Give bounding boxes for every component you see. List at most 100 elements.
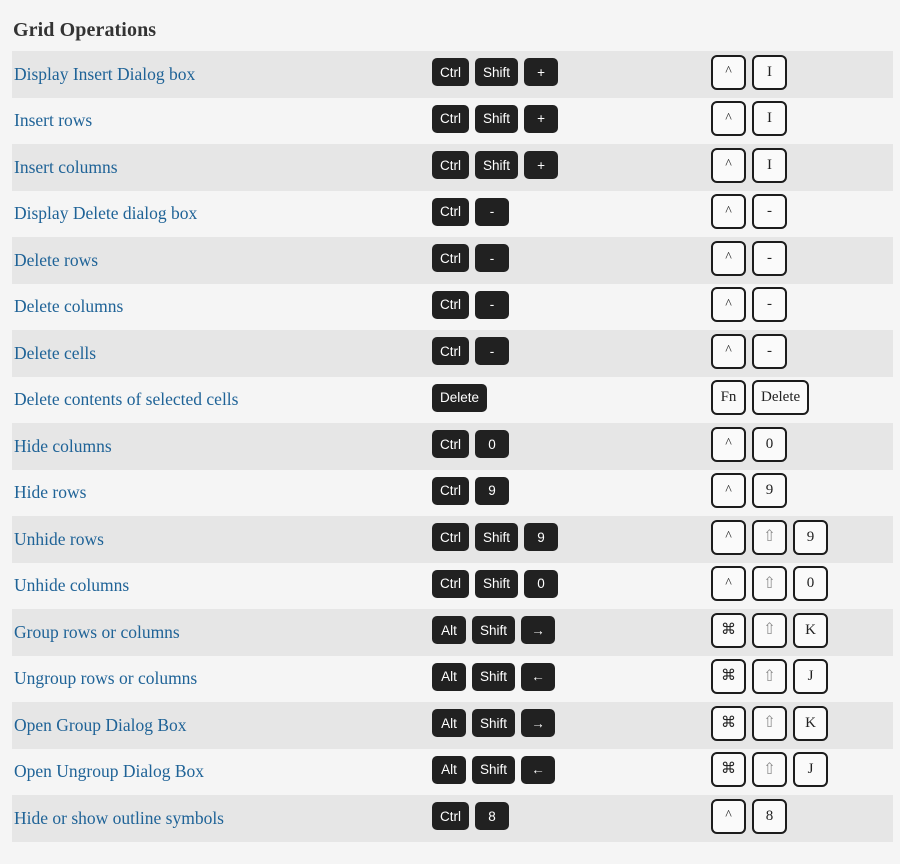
- windows-key-cap: Ctrl: [432, 523, 469, 552]
- mac-key-cap: ^: [711, 426, 746, 462]
- shortcut-description-link[interactable]: Delete cells: [14, 343, 96, 364]
- shortcut-description-link[interactable]: Insert rows: [14, 110, 92, 131]
- windows-shortcut-cell: Ctrl -: [432, 244, 711, 274]
- table-row: Insert rows Ctrl Shift + ^ I: [12, 97, 893, 144]
- shortcuts-table: Display Insert Dialog box Ctrl Shift + ^ I Ins…: [0, 51, 900, 842]
- mac-key-cap: ⌘: [711, 612, 746, 648]
- mac-shortcut-cell: ^ 0: [711, 426, 893, 464]
- mac-key-cap: -: [752, 194, 787, 230]
- windows-key-cap: Ctrl: [432, 58, 469, 87]
- mac-key-cap: ^: [711, 240, 746, 276]
- mac-key-cap: J: [793, 659, 828, 695]
- mac-key-cap: ⇧: [752, 612, 787, 648]
- mac-key-cap: ⌘: [711, 752, 746, 788]
- table-row: Hide or show outline symbols Ctrl 8 ^ 8: [12, 795, 893, 842]
- shortcut-description-cell: Hide columns: [12, 436, 432, 457]
- mac-key-cap: -: [752, 333, 787, 369]
- shortcut-description-cell: Delete columns: [12, 296, 432, 317]
- table-row: Display Delete dialog box Ctrl - ^ -: [12, 190, 893, 237]
- windows-key-cap: Alt: [432, 616, 466, 645]
- mac-shortcut-cell: ^ -: [711, 240, 893, 278]
- shortcut-description-cell: Hide rows: [12, 482, 432, 503]
- mac-key-cap: ⌘: [711, 705, 746, 741]
- windows-shortcut-cell: Ctrl -: [432, 290, 711, 321]
- mac-key-cap: -: [752, 287, 787, 323]
- mac-key-cap: ^: [711, 54, 746, 90]
- windows-key-cap: Ctrl: [432, 476, 469, 505]
- shortcut-description-link[interactable]: Group rows or columns: [14, 622, 180, 643]
- mac-shortcut-cell: ^ I: [711, 147, 893, 185]
- windows-key-cap: Ctrl: [432, 802, 469, 831]
- shortcut-description-cell: Group rows or columns: [12, 622, 432, 643]
- windows-key-cap: Ctrl: [432, 151, 469, 180]
- table-row: Delete contents of selected cells Delete F…: [12, 376, 893, 423]
- mac-key-cap: 9: [793, 519, 828, 555]
- shortcut-description-link[interactable]: Unhide rows: [14, 529, 104, 550]
- table-row: Insert columns Ctrl Shift + ^ I: [12, 144, 893, 191]
- shortcut-description-link[interactable]: Display Insert Dialog box: [14, 64, 195, 85]
- shortcut-description-link[interactable]: Delete columns: [14, 296, 123, 317]
- shortcut-description-cell: Delete cells: [12, 343, 432, 364]
- windows-shortcut-cell: Delete: [432, 383, 711, 414]
- windows-key-cap: Delete: [432, 383, 488, 412]
- table-row: Delete rows Ctrl - ^ -: [12, 237, 893, 284]
- windows-key-cap: Alt: [432, 709, 466, 738]
- shortcut-description-link[interactable]: Insert columns: [14, 157, 118, 178]
- shortcut-description-link[interactable]: Unhide columns: [14, 575, 129, 596]
- mac-shortcut-cell: ⌘ ⇧ K: [711, 705, 893, 743]
- mac-key-cap: 0: [793, 566, 828, 602]
- windows-key-cap: Ctrl: [432, 104, 469, 133]
- mac-shortcut-cell: ^ -: [711, 287, 893, 324]
- windows-key-cap: Ctrl: [432, 290, 469, 319]
- shortcut-description-cell: Unhide columns: [12, 575, 432, 596]
- shortcut-description-cell: Open Ungroup Dialog Box: [12, 761, 432, 782]
- mac-key-cap: ^: [711, 101, 746, 137]
- mac-shortcut-cell: ^ ⇧ 9: [711, 519, 893, 557]
- mac-key-cap: ^: [711, 287, 746, 323]
- mac-shortcut-cell: ⌘ ⇧ K: [711, 612, 893, 650]
- windows-key-cap: 9: [475, 476, 509, 505]
- windows-shortcut-cell: Ctrl 0: [432, 430, 711, 460]
- mac-key-cap: 8: [752, 798, 787, 834]
- mac-key-cap: Fn: [711, 380, 746, 416]
- mac-key-cap: ^: [711, 473, 746, 509]
- mac-key-cap: J: [793, 752, 828, 788]
- mac-key-cap: K: [793, 705, 828, 741]
- shortcut-description-link[interactable]: Ungroup rows or columns: [14, 668, 197, 689]
- shortcut-description-link[interactable]: Hide rows: [14, 482, 86, 503]
- shortcut-description-link[interactable]: Display Delete dialog box: [14, 203, 197, 224]
- windows-key-cap: +: [524, 58, 559, 87]
- shortcut-description-link[interactable]: Hide or show outline symbols: [14, 808, 224, 829]
- table-row: Unhide columns Ctrl Shift 0 ^ ⇧ 0: [12, 562, 893, 609]
- shortcut-description-link[interactable]: Delete rows: [14, 250, 98, 271]
- windows-key-cap: Alt: [432, 662, 466, 691]
- windows-key-cap: →: [521, 709, 556, 738]
- table-row: Display Insert Dialog box Ctrl Shift + ^ I: [12, 51, 893, 98]
- table-row: Delete columns Ctrl - ^ -: [12, 283, 893, 330]
- windows-shortcut-cell: Alt Shift →: [432, 616, 711, 646]
- shortcut-description-link[interactable]: Open Group Dialog Box: [14, 715, 187, 736]
- mac-key-cap: ^: [711, 566, 746, 602]
- shortcut-description-cell: Insert columns: [12, 157, 432, 178]
- mac-key-cap: ^: [711, 519, 746, 555]
- windows-shortcut-cell: Alt Shift →: [432, 709, 711, 739]
- windows-shortcut-cell: Alt Shift ←: [432, 755, 711, 786]
- page-title: Grid Operations: [13, 19, 157, 41]
- mac-key-cap: Delete: [752, 380, 810, 416]
- windows-key-cap: 9: [524, 523, 559, 552]
- table-row: Ungroup rows or columns Alt Shift ← ⌘ ⇧ J: [12, 655, 893, 702]
- shortcut-description-link[interactable]: Hide columns: [14, 436, 112, 457]
- shortcut-description-link[interactable]: Delete contents of selected cells: [14, 389, 238, 410]
- windows-key-cap: -: [475, 337, 509, 366]
- mac-shortcut-cell: ^ 8: [711, 798, 893, 836]
- shortcuts-page: Grid Operations Display Insert Dialog bo…: [0, 0, 900, 864]
- table-row: Open Group Dialog Box Alt Shift → ⌘ ⇧ K: [12, 702, 893, 749]
- windows-key-cap: Ctrl: [432, 244, 469, 273]
- mac-key-cap: -: [752, 240, 787, 276]
- shortcut-description-link[interactable]: Open Ungroup Dialog Box: [14, 761, 204, 782]
- mac-key-cap: K: [793, 612, 828, 648]
- shortcut-description-cell: Unhide rows: [12, 529, 432, 550]
- windows-key-cap: 8: [475, 802, 509, 831]
- mac-shortcut-cell: ^ -: [711, 333, 893, 371]
- shortcut-description-cell: Ungroup rows or columns: [12, 668, 432, 689]
